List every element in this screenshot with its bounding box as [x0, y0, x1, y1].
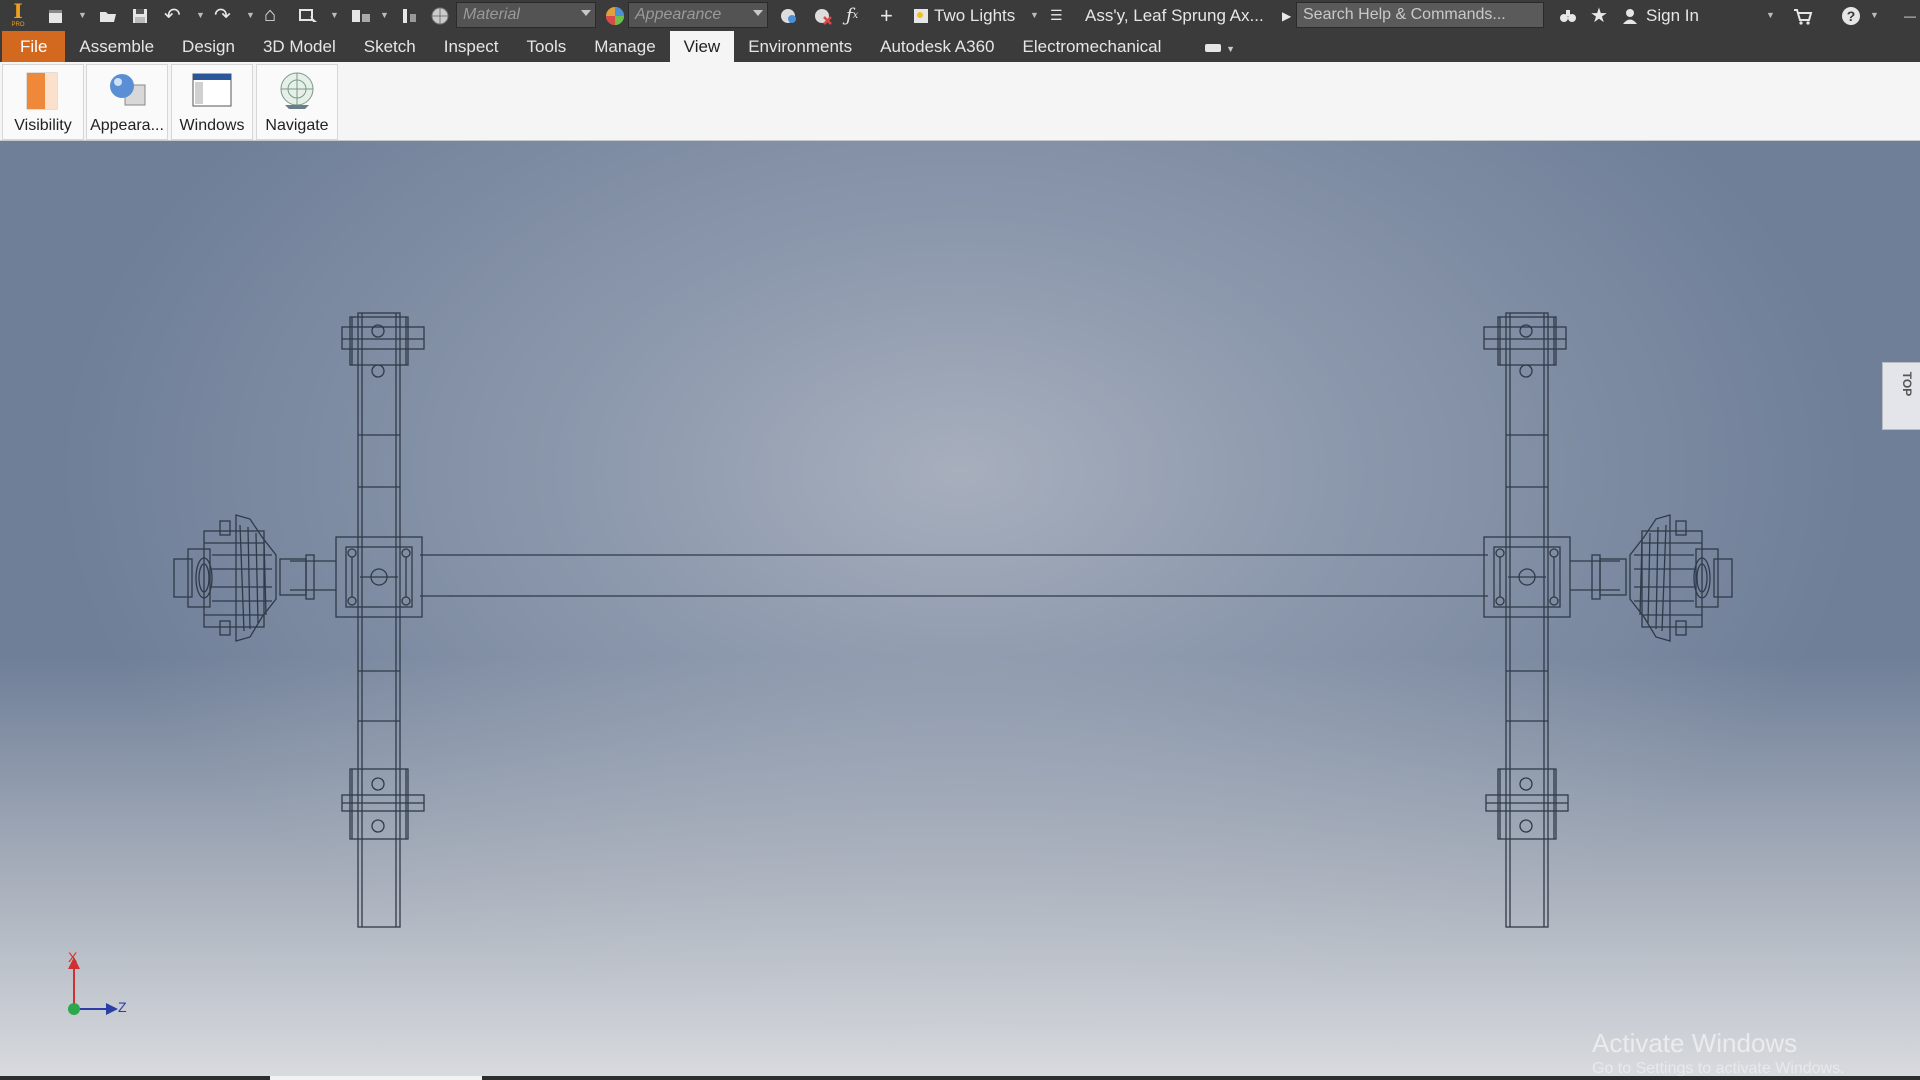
chevron-down-icon: ▼ [1226, 44, 1236, 54]
measure-dropdown-icon[interactable]: ▼ [380, 10, 389, 20]
lighting-style-icon[interactable] [912, 0, 932, 31]
clear-appearance-icon[interactable] [812, 0, 834, 31]
lighting-dropdown-icon[interactable]: ▼ [1030, 10, 1039, 20]
help-dropdown-icon[interactable]: ▼ [1870, 10, 1879, 20]
tab-manage[interactable]: Manage [580, 31, 669, 62]
chevron-down-icon [581, 10, 591, 16]
select-dropdown-icon[interactable]: ▼ [330, 10, 339, 20]
triad-z-label: Z [118, 999, 127, 1015]
crosshair-icon[interactable]: + [880, 0, 893, 31]
left-leaf-spring [335, 312, 425, 928]
chevron-down-icon [753, 10, 763, 16]
favorites-star-icon[interactable]: ★ [1590, 0, 1608, 31]
tab-tools[interactable]: Tools [513, 31, 581, 62]
document-title: Ass'y, Leaf Sprung Ax... [1085, 6, 1264, 25]
tab-sketch[interactable]: Sketch [350, 31, 430, 62]
visibility-icon [23, 71, 63, 116]
save-icon[interactable] [130, 0, 150, 31]
home-icon[interactable]: ⌂ [264, 0, 276, 31]
document-tab-indicator[interactable] [270, 1076, 482, 1080]
tab-3d-model[interactable]: 3D Model [249, 31, 350, 62]
viewcube[interactable]: TOP [1882, 362, 1920, 430]
left-wheel-hub [173, 514, 315, 642]
sign-in-button[interactable]: Sign In [1646, 0, 1699, 31]
appearance-ball-icon[interactable] [604, 0, 626, 31]
sign-in-dropdown-icon[interactable]: ▼ [1766, 10, 1775, 20]
new-file-icon[interactable] [46, 0, 66, 31]
quick-access-toolbar: I PRO ▼ ↶ ▼ ↷ ▼ ⌂ ▼ ▼ Material Appearanc… [0, 0, 1920, 31]
minimize-ribbon-icon[interactable]: — [1904, 0, 1916, 31]
navigate-button[interactable]: Navigate [256, 64, 338, 140]
tab-assemble[interactable]: Assemble [65, 31, 168, 62]
axle-tube [420, 554, 1488, 597]
tab-view[interactable]: View [669, 31, 735, 62]
windows-icon [190, 71, 234, 116]
lighting-style-dropdown[interactable]: Two Lights [934, 0, 1044, 31]
open-folder-icon[interactable] [98, 0, 118, 31]
right-leaf-spring [1483, 312, 1571, 928]
graphics-viewport[interactable]: TOP X Z [0, 141, 1920, 1080]
measure-icon[interactable] [350, 0, 372, 31]
svg-text:?: ? [1847, 8, 1856, 24]
customize-qat-icon[interactable]: ☰ [1050, 0, 1063, 31]
redo-icon[interactable]: ↷ [214, 0, 231, 31]
undo-dropdown-icon[interactable]: ▼ [196, 10, 205, 20]
triad-x-label: X [68, 949, 78, 965]
tab-design[interactable]: Design [168, 31, 249, 62]
new-file-dropdown-icon[interactable]: ▼ [78, 10, 87, 20]
adjust-icon[interactable] [398, 0, 420, 31]
activate-windows-watermark: Activate Windows [1592, 1028, 1798, 1058]
material-globe-icon[interactable] [430, 0, 450, 31]
tab-environments[interactable]: Environments [734, 31, 866, 62]
user-icon[interactable] [1620, 0, 1640, 31]
tab-autodesk-a360[interactable]: Autodesk A360 [866, 31, 1008, 62]
right-wheel-hub [1591, 514, 1733, 642]
axle-assembly-wireframe [173, 312, 1733, 928]
tab-inspect[interactable]: Inspect [430, 31, 513, 62]
redo-dropdown-icon[interactable]: ▼ [246, 10, 255, 20]
windows-button[interactable]: Windows [171, 64, 253, 140]
bottom-status-strip [0, 1076, 1920, 1080]
search-input[interactable]: Search Help & Commands... [1296, 2, 1544, 28]
ribbon-tabs: File Assemble Design 3D Model Sketch Ins… [0, 31, 1920, 62]
parameters-fx-icon[interactable]: ƒx [846, 0, 858, 31]
select-icon[interactable] [298, 0, 320, 31]
navigate-icon [275, 71, 319, 116]
appearance-button[interactable]: Appeara... [86, 64, 168, 140]
undo-icon[interactable]: ↶ [164, 0, 181, 31]
coordinate-triad [68, 957, 118, 1015]
tab-electromechanical[interactable]: Electromechanical [1009, 31, 1176, 62]
binoculars-icon[interactable] [1558, 0, 1578, 31]
ribbon-display-icon [1205, 43, 1222, 52]
tab-file[interactable]: File [2, 31, 66, 62]
adjust-appearance-icon[interactable] [778, 0, 800, 31]
ribbon-panel: Visibility Appeara... Windows Navigate [0, 62, 1920, 141]
ribbon-display-toggle[interactable]: ▼ [1175, 31, 1265, 62]
app-logo[interactable]: I PRO [8, 0, 28, 31]
appearance-dropdown[interactable]: Appearance [628, 2, 768, 28]
expand-title-icon[interactable]: ▶ [1282, 0, 1291, 31]
cart-icon[interactable] [1792, 0, 1814, 31]
visibility-button[interactable]: Visibility [2, 64, 84, 140]
help-icon[interactable]: ? [1840, 0, 1862, 31]
material-dropdown[interactable]: Material [456, 2, 596, 28]
appearance-icon [105, 71, 149, 116]
